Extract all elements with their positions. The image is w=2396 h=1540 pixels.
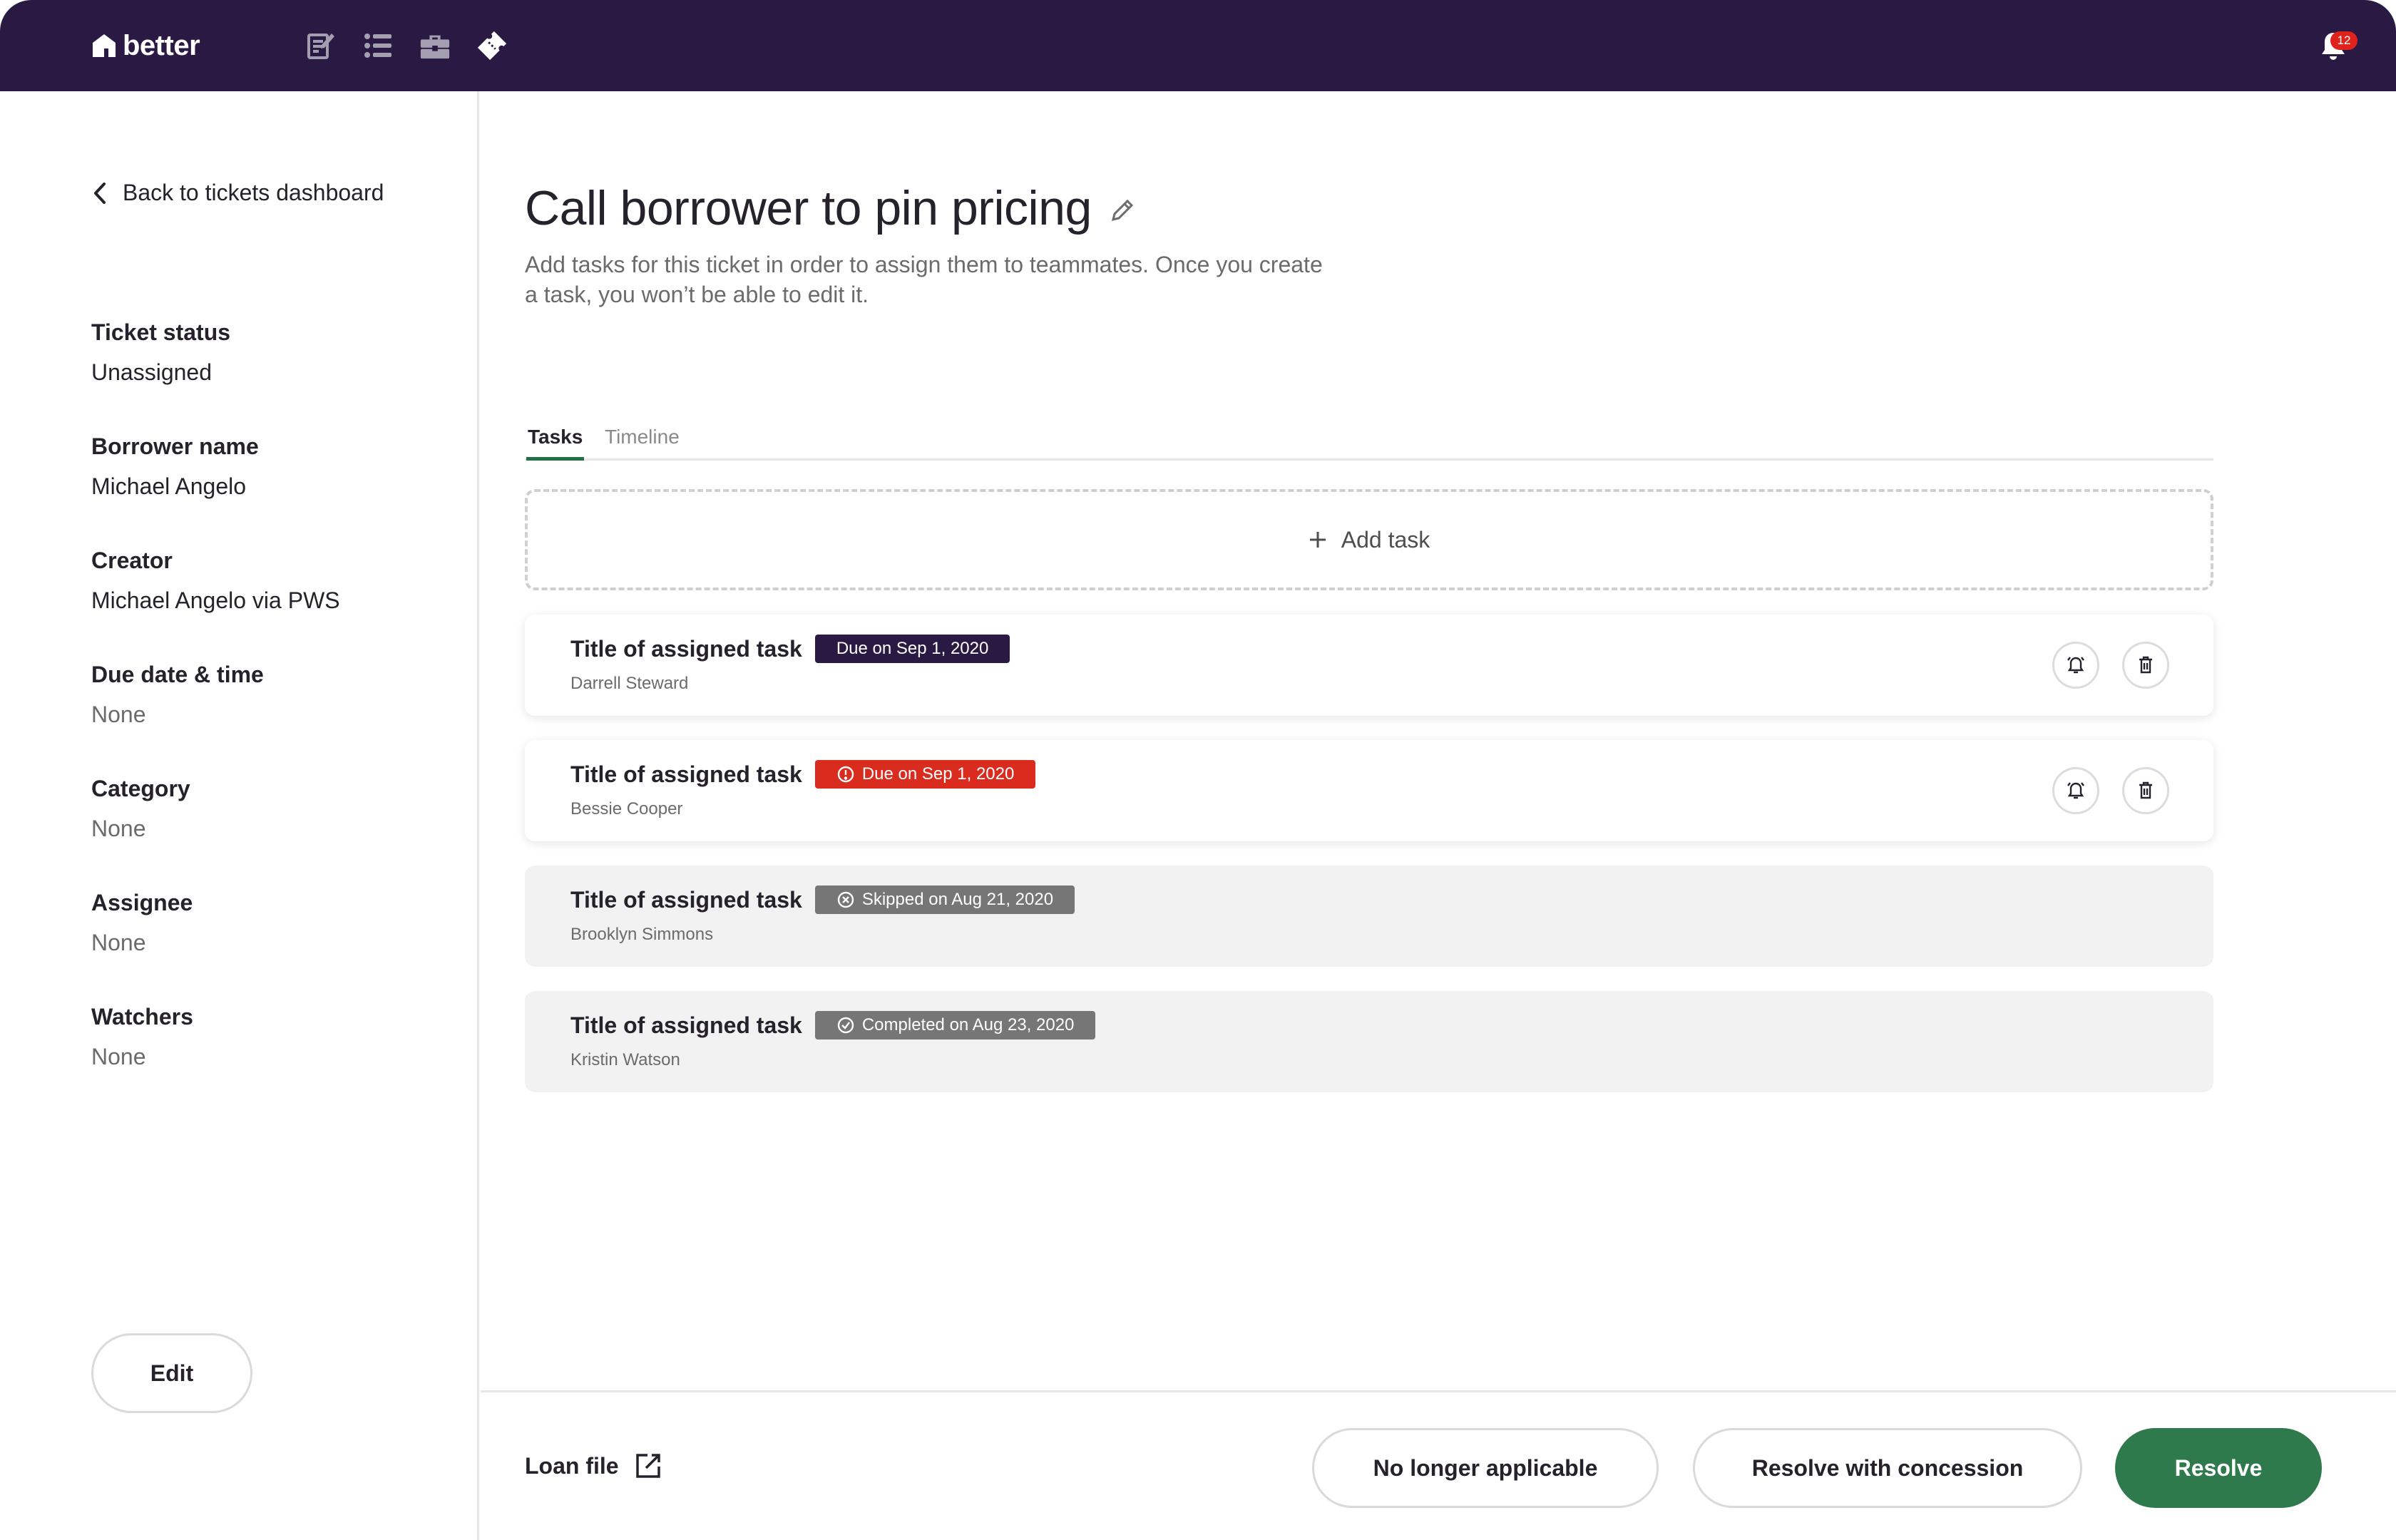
tab-bar: Tasks Timeline bbox=[525, 416, 2213, 461]
briefcase-icon[interactable] bbox=[419, 27, 451, 64]
add-task-button[interactable]: Add task bbox=[525, 489, 2213, 590]
check-circle-icon bbox=[837, 1017, 854, 1034]
task-header: Title of assigned task Skipped on Aug 21… bbox=[570, 885, 1075, 914]
status-badge-label: Due on Sep 1, 2020 bbox=[861, 764, 1015, 784]
list-icon[interactable] bbox=[362, 27, 394, 64]
task-header: Title of assigned task Due on Sep 1, 202… bbox=[570, 760, 1036, 789]
trash-icon bbox=[2139, 656, 2152, 674]
status-badge: Completed on Aug 23, 2020 bbox=[814, 1011, 1096, 1040]
pencil-icon[interactable] bbox=[1107, 197, 1136, 225]
field-label: Borrower name bbox=[91, 433, 259, 459]
task-card[interactable]: Title of assigned task Due on Sep 1, 202… bbox=[525, 740, 2213, 841]
task-header: Title of assigned task Completed on Aug … bbox=[570, 1011, 1096, 1040]
back-link-label: Back to tickets dashboard bbox=[123, 180, 384, 205]
field-borrower-name: Borrower name Michael Angelo bbox=[91, 432, 259, 500]
better-logo-icon bbox=[93, 34, 116, 57]
alert-circle-icon bbox=[837, 766, 854, 783]
task-assignee: Kristin Watson bbox=[570, 1050, 680, 1069]
field-category: Category None bbox=[91, 774, 190, 843]
alarm-bell-icon bbox=[2067, 657, 2084, 674]
field-value: None bbox=[91, 816, 146, 841]
notes-icon[interactable] bbox=[305, 27, 337, 64]
field-label: Category bbox=[91, 776, 190, 801]
field-label: Due date & time bbox=[91, 662, 264, 687]
brand-name: better bbox=[123, 30, 200, 61]
tab-tasks[interactable]: Tasks bbox=[526, 416, 585, 461]
chevron-left-icon bbox=[94, 182, 106, 204]
ticket-icon[interactable] bbox=[476, 27, 508, 64]
ticket-main-panel: Call borrower to pin pricing Add tasks f… bbox=[481, 91, 2396, 1540]
delete-task-button[interactable] bbox=[2122, 767, 2169, 814]
plus-icon bbox=[1309, 532, 1326, 548]
field-value: None bbox=[91, 702, 146, 727]
external-link-icon bbox=[635, 1454, 660, 1478]
task-title: Title of assigned task bbox=[570, 887, 802, 913]
field-label: Watchers bbox=[91, 1004, 193, 1030]
no-longer-applicable-button[interactable]: No longer applicable bbox=[1312, 1428, 1659, 1508]
field-label: Assignee bbox=[91, 890, 193, 915]
tab-timeline[interactable]: Timeline bbox=[605, 416, 680, 458]
field-label: Ticket status bbox=[91, 319, 231, 345]
field-label: Creator bbox=[91, 548, 173, 573]
resolve-with-concession-button[interactable]: Resolve with concession bbox=[1693, 1428, 2082, 1508]
page-subtitle: Add tasks for this ticket in order to as… bbox=[525, 252, 1323, 307]
task-card[interactable]: Title of assigned task Skipped on Aug 21… bbox=[525, 866, 2213, 967]
task-title: Title of assigned task bbox=[570, 636, 802, 662]
task-assignee: Brooklyn Simmons bbox=[570, 925, 714, 944]
nav-icon-group bbox=[305, 27, 508, 64]
add-task-label: Add task bbox=[1341, 526, 1430, 553]
status-badge: Skipped on Aug 21, 2020 bbox=[814, 885, 1075, 914]
notification-count-badge: 12 bbox=[2330, 31, 2357, 50]
task-header: Title of assigned task Due on Sep 1, 202… bbox=[570, 635, 1010, 663]
ticket-details-sidebar: Back to tickets dashboard Ticket status … bbox=[0, 91, 479, 1540]
title-row: Call borrower to pin pricing bbox=[525, 180, 1136, 237]
status-badge-label: Completed on Aug 23, 2020 bbox=[861, 1015, 1075, 1035]
field-due-date: Due date & time None bbox=[91, 660, 264, 729]
field-creator: Creator Michael Angelo via PWS bbox=[91, 546, 340, 615]
task-actions bbox=[2052, 767, 2169, 814]
task-assignee: Bessie Cooper bbox=[570, 799, 683, 818]
field-assignee: Assignee None bbox=[91, 888, 193, 957]
x-circle-icon bbox=[837, 891, 854, 908]
back-to-dashboard-link[interactable]: Back to tickets dashboard bbox=[93, 180, 384, 206]
loan-file-link[interactable]: Loan file bbox=[525, 1451, 663, 1481]
action-footer: Loan file No longer applicable Resolve w… bbox=[481, 1390, 2396, 1540]
field-watchers: Watchers None bbox=[91, 1002, 193, 1071]
delete-task-button[interactable] bbox=[2122, 642, 2169, 689]
status-badge-label: Due on Sep 1, 2020 bbox=[836, 639, 989, 658]
alarm-bell-icon bbox=[2067, 782, 2084, 799]
field-value: Michael Angelo bbox=[91, 473, 247, 499]
task-actions bbox=[2052, 642, 2169, 689]
task-title: Title of assigned task bbox=[570, 761, 802, 787]
page-title: Call borrower to pin pricing bbox=[525, 181, 1092, 235]
task-title: Title of assigned task bbox=[570, 1012, 802, 1038]
brand-logo[interactable]: better bbox=[90, 29, 200, 63]
top-nav-bar: better 12 bbox=[0, 0, 2396, 91]
field-value: Michael Angelo via PWS bbox=[91, 587, 340, 613]
status-badge: Due on Sep 1, 2020 bbox=[814, 635, 1010, 663]
resolve-button[interactable]: Resolve bbox=[2115, 1428, 2322, 1508]
field-value: None bbox=[91, 1044, 146, 1069]
remind-button[interactable] bbox=[2052, 767, 2099, 814]
task-card[interactable]: Title of assigned task Completed on Aug … bbox=[525, 991, 2213, 1092]
field-value: None bbox=[91, 930, 146, 955]
status-badge-label: Skipped on Aug 21, 2020 bbox=[861, 890, 1054, 909]
status-badge: Due on Sep 1, 2020 bbox=[814, 760, 1036, 789]
remind-button[interactable] bbox=[2052, 642, 2099, 689]
task-assignee: Darrell Steward bbox=[570, 674, 689, 693]
field-value: Unassigned bbox=[91, 359, 212, 385]
loan-file-label: Loan file bbox=[525, 1452, 619, 1479]
field-ticket-status: Ticket status Unassigned bbox=[91, 318, 230, 386]
task-card[interactable]: Title of assigned task Due on Sep 1, 202… bbox=[525, 615, 2213, 716]
trash-icon bbox=[2139, 781, 2152, 799]
edit-button[interactable]: Edit bbox=[91, 1333, 252, 1413]
